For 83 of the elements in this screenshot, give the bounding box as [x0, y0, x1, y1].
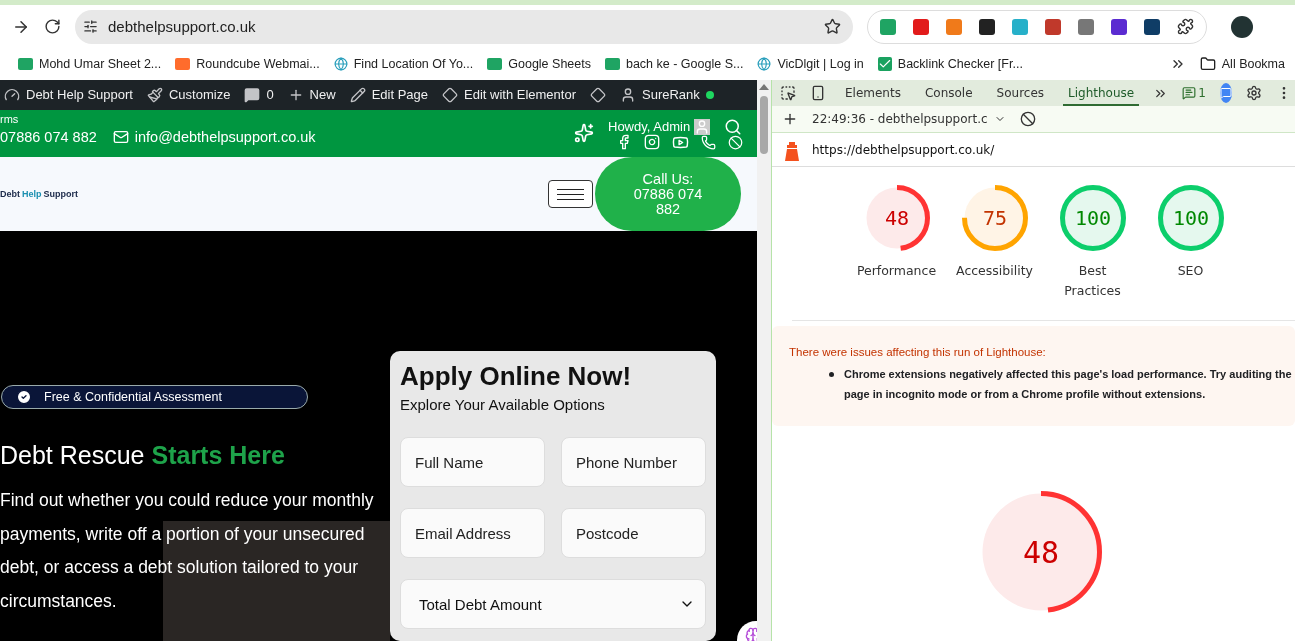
- assessment-badge: Free & Confidential Assessment: [1, 385, 308, 409]
- folder-icon: [1199, 56, 1216, 72]
- admin-bar-item[interactable]: Debt Help Support: [4, 86, 133, 103]
- sheet-icon: [487, 58, 503, 70]
- comment-icon: [244, 86, 261, 103]
- devtools-tab[interactable]: Console: [919, 80, 978, 106]
- score-gauge: 100: [1157, 185, 1224, 251]
- warning-text: Chrome extensions negatively affected this page's load performance. Try auditing the page in incognito mode or from a Chrome profile without extensions.: [844, 367, 1293, 402]
- bookmark[interactable]: Find Location Of Yo...: [333, 57, 474, 71]
- admin-bar-item[interactable]: Customize: [146, 86, 231, 103]
- top-bar-text: rms: [0, 112, 19, 125]
- score-gauge: 100: [1059, 185, 1126, 251]
- globe-icon: [333, 57, 348, 71]
- bookmark[interactable]: VicDlgit | Log in: [757, 57, 864, 71]
- logo-icon: [175, 58, 191, 70]
- site-settings-icon[interactable]: [83, 19, 98, 34]
- settings-icon[interactable]: [1245, 85, 1262, 101]
- brush-icon: [146, 86, 163, 103]
- globe-icon: [757, 57, 772, 71]
- pencil-icon: [349, 86, 366, 103]
- avatar-icon: [694, 118, 711, 135]
- device-icon[interactable]: [810, 85, 826, 101]
- instagram-icon[interactable]: [644, 134, 660, 151]
- score-gauge: 48: [980, 491, 1102, 613]
- reload-icon[interactable]: [44, 18, 61, 35]
- score-label: Performance: [856, 262, 937, 280]
- email-link[interactable]: info@debthelpsupport.co.uk: [112, 129, 316, 146]
- bookmark-folder[interactable]: All Bookma: [1199, 56, 1285, 72]
- input-field[interactable]: Full Name: [400, 437, 545, 487]
- bookmark[interactable]: Google Sheets: [487, 57, 591, 71]
- status-dot: [705, 90, 714, 99]
- address-bar[interactable]: debthelpsupport.co.uk: [75, 9, 853, 44]
- input-field[interactable]: Phone Number: [561, 437, 706, 487]
- report-dropdown[interactable]: 22:49:36 - debthelpsupport.c: [812, 112, 1006, 126]
- sparkle-icon[interactable]: [574, 123, 594, 144]
- admin-bar-item[interactable]: [590, 86, 606, 103]
- checkbox-icon: [877, 57, 892, 71]
- sheet-icon: [604, 58, 620, 70]
- input-field[interactable]: Postcode: [561, 508, 706, 558]
- sheet-icon: [18, 58, 33, 70]
- score-label: Accessibility: [956, 262, 1033, 280]
- extension-icon[interactable]: [1144, 18, 1160, 35]
- warning-title: There were issues affecting this run of Lighthouse:: [789, 346, 1047, 358]
- phone-number[interactable]: 07886 074 882: [0, 129, 97, 146]
- admin-bar-item[interactable]: Edit with Elementor: [442, 86, 576, 103]
- star-icon[interactable]: [824, 18, 841, 35]
- admin-bar-item[interactable]: 0: [244, 86, 274, 103]
- inspect-icon[interactable]: [780, 85, 796, 101]
- site-logo[interactable]: Debt Help Support: [0, 189, 78, 199]
- profile-avatar[interactable]: [1231, 15, 1253, 38]
- diamond-icon: [590, 86, 606, 103]
- bookmark[interactable]: Mohd Umar Sheet 2...: [18, 57, 162, 71]
- hero-heading: Debt Rescue Starts Here: [0, 441, 285, 470]
- form-subtitle: Explore Your Available Options: [400, 396, 606, 413]
- extension-icon[interactable]: [979, 18, 995, 35]
- howdy-admin[interactable]: Howdy, Admin: [608, 117, 743, 136]
- score-gauge: 75: [961, 185, 1028, 251]
- devtools-tab[interactable]: Sources: [991, 80, 1050, 106]
- score-label: SEO: [1177, 262, 1204, 280]
- menu-button[interactable]: [548, 180, 593, 208]
- assistant-icon[interactable]: [1219, 83, 1232, 103]
- input-field[interactable]: Email Address: [400, 508, 545, 558]
- bookmark[interactable]: Roundcube Webmai...: [175, 57, 320, 71]
- admin-bar-item[interactable]: New: [287, 86, 336, 103]
- extension-icon[interactable]: [1111, 18, 1127, 35]
- form-title: Apply Online Now!: [400, 361, 633, 392]
- add-icon[interactable]: [782, 111, 798, 127]
- admin-bar-item[interactable]: SureRank: [620, 86, 714, 103]
- bookmark[interactable]: bach ke - Google S...: [604, 57, 744, 71]
- score-label: Best Practices: [1063, 262, 1122, 300]
- puzzle-icon[interactable]: [1177, 18, 1194, 35]
- bookmark[interactable]: Backlink Checker [Fr...: [877, 57, 1023, 71]
- scrollbar-thumb[interactable]: [760, 96, 768, 154]
- mail-icon: [112, 129, 129, 146]
- debt-amount-select[interactable]: Total Debt Amount: [400, 579, 706, 629]
- hero-text: Find out whether you could reduce your monthly payments, write off a portion of your unsecured debt, or access a debt solution tailored to your circumstances.: [0, 489, 375, 613]
- devtools-tab[interactable]: Elements: [840, 80, 906, 106]
- clear-icon[interactable]: [1019, 111, 1036, 127]
- admin-bar-item[interactable]: Edit Page: [349, 86, 428, 103]
- search-icon[interactable]: [724, 117, 743, 136]
- dashboard-icon: [4, 86, 20, 103]
- bullet-icon: [829, 372, 834, 377]
- audited-url: https://debthelpsupport.co.uk/: [812, 142, 995, 157]
